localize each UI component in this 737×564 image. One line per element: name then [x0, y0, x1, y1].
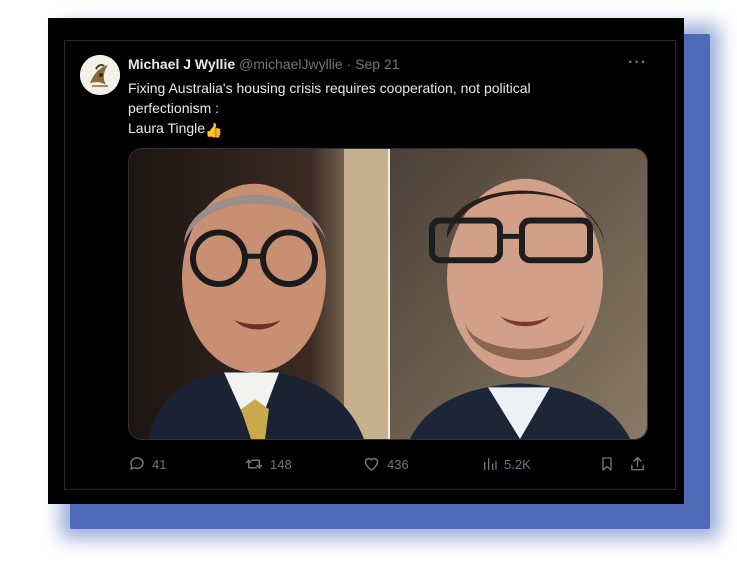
- bookmark-icon: [599, 455, 615, 473]
- author-handle[interactable]: @michaelJwyllie: [239, 56, 343, 72]
- tweet-actions: 41 148 436 5.2K: [128, 455, 650, 475]
- more-options-button[interactable]: ···: [628, 54, 647, 72]
- tweet-text: Fixing Australia's housing crisis requir…: [128, 78, 648, 140]
- views-button[interactable]: 5.2K: [482, 455, 531, 473]
- author-avatar[interactable]: [80, 55, 120, 95]
- tweet-header: Michael J Wyllie @michaelJwyllie · Sep 2…: [128, 56, 400, 72]
- tweet-media[interactable]: [128, 148, 648, 440]
- reply-icon: [128, 455, 146, 473]
- repost-icon: [244, 455, 264, 473]
- tweet-text-line-2: perfectionism :: [128, 100, 220, 116]
- repost-button[interactable]: 148: [244, 455, 292, 473]
- meta-separator: ·: [346, 56, 352, 72]
- repost-count: 148: [270, 456, 292, 472]
- tweet-date[interactable]: Sep 21: [355, 56, 399, 72]
- share-icon: [629, 455, 646, 473]
- tweet-text-line-1: Fixing Australia's housing crisis requir…: [128, 80, 531, 96]
- reply-button[interactable]: 41: [128, 455, 166, 473]
- share-button[interactable]: [629, 455, 646, 473]
- views-count: 5.2K: [504, 456, 531, 472]
- views-icon: [482, 455, 498, 473]
- tweet-text-line-3: Laura Tingle: [128, 120, 206, 136]
- bookmark-button[interactable]: [599, 455, 615, 473]
- right-portrait-photo[interactable]: [390, 149, 648, 439]
- like-count: 436: [387, 456, 409, 472]
- like-icon: [362, 455, 381, 473]
- reply-count: 41: [152, 456, 167, 472]
- like-button[interactable]: 436: [362, 455, 409, 473]
- left-portrait-photo[interactable]: [129, 149, 388, 439]
- author-name[interactable]: Michael J Wyllie: [128, 56, 235, 72]
- thumbs-up-emoji: 👍: [205, 122, 223, 138]
